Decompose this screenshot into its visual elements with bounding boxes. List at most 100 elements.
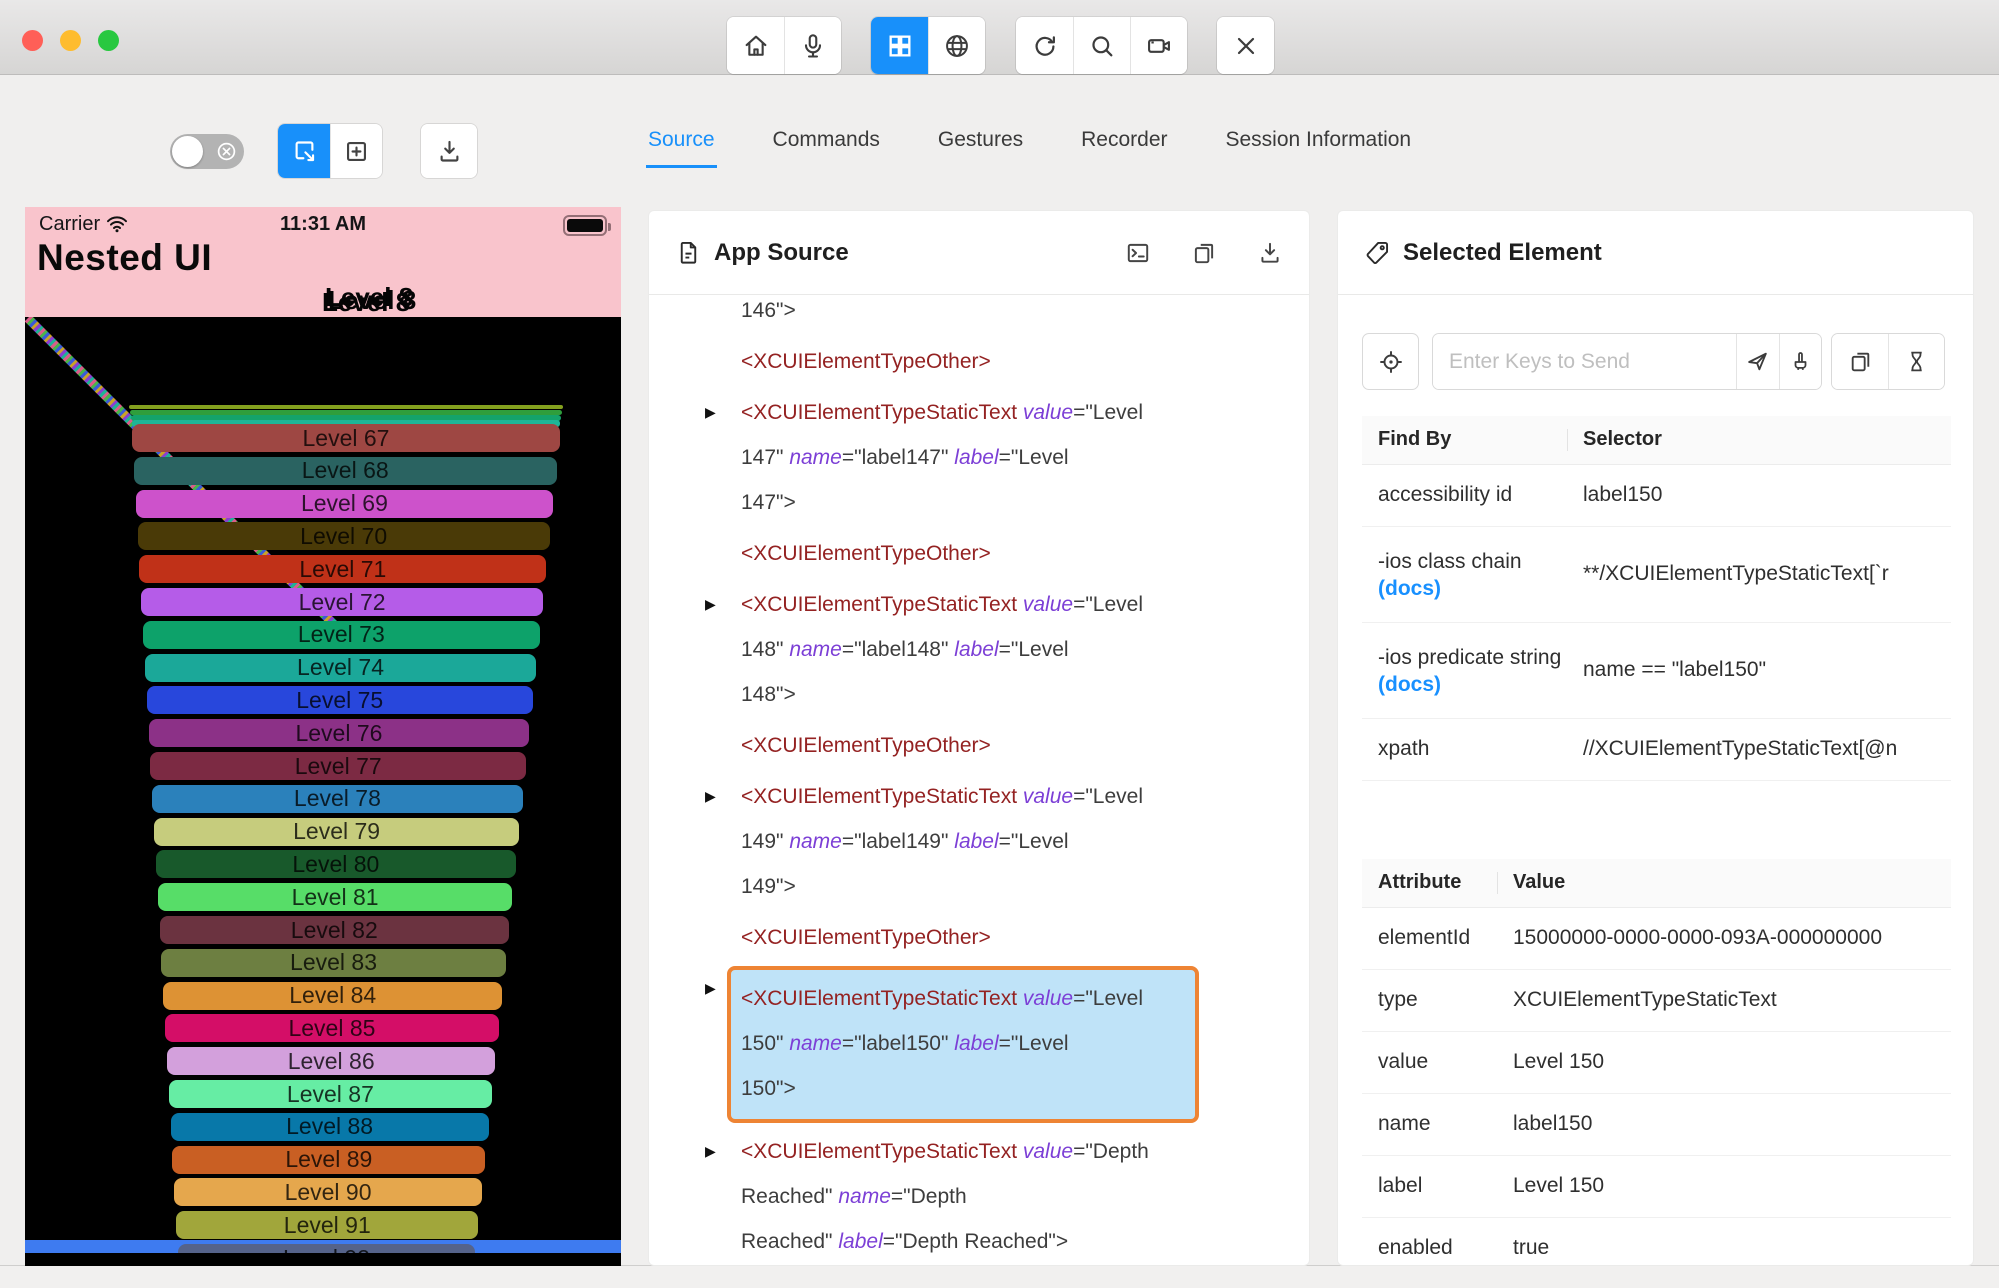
- expander-arrow-icon[interactable]: ▶: [705, 788, 716, 805]
- download-screenshot-button[interactable]: [421, 124, 477, 178]
- attribute-value: Level 150: [1497, 1155, 1951, 1218]
- attribute-name: value: [1362, 1031, 1497, 1094]
- find-by-strategy: xpath: [1378, 736, 1430, 760]
- select-element-icon: [295, 140, 314, 161]
- xml-source-line: 149" name="label149" label="Level: [741, 830, 1069, 853]
- level-bar[interactable]: Level 76: [148, 719, 530, 748]
- add-element-button[interactable]: [330, 124, 382, 178]
- nested-levels-area: Level 67 Level 68 Level 69 Level 70 Level 71…: [25, 317, 621, 1253]
- app-header: Carrier 11:31 AM Nested UI Level 8 Level…: [25, 207, 621, 317]
- level-bar[interactable]: Level 79: [154, 817, 520, 846]
- level-bar[interactable]: Level 70: [137, 522, 550, 551]
- xml-source-line: Reached" label="Depth Reached">: [741, 1230, 1069, 1253]
- xml-source-line: <XCUIElementTypeStaticText value="Level: [741, 987, 1143, 1010]
- level-bar[interactable]: Level 67: [132, 424, 560, 452]
- level-bar[interactable]: Level 68: [133, 456, 557, 485]
- app-window: Source Commands Gestures Recorder Session In…: [0, 0, 1999, 1266]
- xml-node[interactable]: <XCUIElementTypeOther>: [649, 531, 1309, 576]
- level-bar[interactable]: Level 82: [159, 916, 509, 944]
- grid-icon: [889, 35, 910, 56]
- element-actions-row: [1362, 333, 1953, 390]
- send-icon: [1748, 352, 1768, 371]
- copy-attributes-button[interactable]: [1832, 334, 1888, 389]
- xml-node[interactable]: ▶ <XCUIElementTypeStaticText value="Level…: [649, 774, 1309, 909]
- wait-timing-button[interactable]: [1888, 334, 1944, 389]
- app-title: Nested UI: [37, 237, 213, 278]
- globe-button[interactable]: [928, 17, 985, 74]
- xml-node[interactable]: ▶ <XCUIElementTypeStaticText value="Level…: [649, 390, 1309, 525]
- xml-node[interactable]: ▶ <XCUIElementTypeStaticText value="Level…: [649, 582, 1309, 717]
- record-button[interactable]: [1130, 17, 1187, 74]
- download-icon[interactable]: [1257, 240, 1283, 266]
- xml-source-tree[interactable]: 146"> <XCUIElementTypeOther> ▶ <XCUIElement…: [649, 296, 1309, 1265]
- level-bar[interactable]: Level 86: [166, 1047, 496, 1076]
- xml-node[interactable]: 146">: [649, 296, 1309, 333]
- traffic-minimize-button[interactable]: [60, 30, 81, 51]
- find-by-row[interactable]: -ios class chain (docs) **/XCUIElementType…: [1362, 526, 1951, 623]
- expander-arrow-icon[interactable]: ▶: [705, 404, 716, 421]
- level-bar[interactable]: Level 75: [146, 686, 533, 715]
- level-bar[interactable]: Level 87: [168, 1080, 492, 1108]
- level-bar[interactable]: Level 91: [176, 1211, 479, 1240]
- download-icon: [440, 140, 458, 162]
- xml-node[interactable]: <XCUIElementTypeOther>: [649, 915, 1309, 960]
- docs-link[interactable]: (docs): [1378, 673, 1551, 697]
- quit-session-button[interactable]: [1217, 17, 1274, 74]
- docs-link[interactable]: (docs): [1378, 577, 1551, 601]
- level-bar[interactable]: Level 73: [143, 620, 540, 649]
- send-keys-input[interactable]: [1433, 334, 1736, 389]
- xml-node[interactable]: <XCUIElementTypeOther>: [649, 339, 1309, 384]
- tab-source[interactable]: Source: [646, 128, 717, 168]
- level-bar[interactable]: Level 85: [165, 1014, 499, 1043]
- level-bar[interactable]: Level 88: [170, 1112, 489, 1141]
- level-bar[interactable]: Level 69: [135, 489, 554, 518]
- level-bar[interactable]: Level 71: [139, 555, 547, 584]
- search-button[interactable]: [1073, 17, 1130, 74]
- expander-arrow-icon[interactable]: ▶: [705, 980, 716, 997]
- locate-element-button[interactable]: [1362, 333, 1419, 390]
- toggle-off-icon: [217, 142, 236, 161]
- tab-commands[interactable]: Commands: [773, 128, 880, 168]
- level-bar[interactable]: Level 80: [155, 850, 516, 879]
- highlight-toggle[interactable]: [170, 134, 244, 169]
- find-by-row[interactable]: accessibility id label150: [1362, 464, 1951, 527]
- clear-button[interactable]: [1778, 334, 1821, 389]
- tab-session-information[interactable]: Session Information: [1226, 128, 1412, 168]
- attribute-row: value Level 150: [1362, 1031, 1951, 1094]
- selected-node-highlight[interactable]: <XCUIElementTypeStaticText value="Level 1…: [727, 966, 1199, 1123]
- find-by-row[interactable]: -ios predicate string (docs) name == "labe…: [1362, 622, 1951, 719]
- level-bar[interactable]: Level 72: [141, 588, 543, 616]
- xml-source-line: <XCUIElementTypeOther>: [741, 734, 991, 757]
- send-keys-button[interactable]: [1736, 334, 1779, 389]
- tab-gestures[interactable]: Gestures: [938, 128, 1023, 168]
- device-screenshot-panel[interactable]: Carrier 11:31 AM Nested UI Level 8 Level…: [25, 207, 621, 1266]
- terminal-icon[interactable]: [1125, 240, 1151, 266]
- microphone-button[interactable]: [784, 17, 841, 74]
- xml-node[interactable]: ▶ <XCUIElementTypeStaticText value="Level…: [649, 966, 1309, 1123]
- traffic-close-button[interactable]: [22, 30, 43, 51]
- home-button[interactable]: [727, 17, 784, 74]
- level-bar[interactable]: Level 78: [152, 784, 523, 813]
- expander-arrow-icon[interactable]: ▶: [705, 596, 716, 613]
- grid-view-button[interactable]: [871, 17, 928, 74]
- level-bar[interactable]: Level 84: [163, 981, 503, 1010]
- level-bar[interactable]: Level 89: [172, 1145, 486, 1174]
- toolbar-group-close: [1217, 17, 1274, 74]
- xml-node[interactable]: <XCUIElementTypeOther>: [649, 723, 1309, 768]
- level-bar[interactable]: Level 81: [157, 883, 513, 912]
- find-by-row[interactable]: xpath //XCUIElementTypeStaticText[@n: [1362, 718, 1951, 781]
- level-bar[interactable]: Level 92: [178, 1244, 475, 1253]
- select-element-button[interactable]: [278, 124, 330, 178]
- xml-node[interactable]: ▶ <XCUIElementTypeStaticText value="Depth…: [649, 1129, 1309, 1264]
- xml-source-line: 147">: [741, 491, 796, 514]
- copy-icon[interactable]: [1191, 240, 1217, 266]
- level-bar[interactable]: Level 90: [174, 1178, 482, 1207]
- traffic-zoom-button[interactable]: [98, 30, 119, 51]
- expander-arrow-icon[interactable]: ▶: [705, 1143, 716, 1160]
- tab-recorder[interactable]: Recorder: [1081, 128, 1167, 168]
- level-bar[interactable]: Level 77: [150, 752, 526, 780]
- level-bar[interactable]: Level 74: [144, 653, 537, 682]
- refresh-button[interactable]: [1016, 17, 1073, 74]
- send-keys-group: [1432, 333, 1822, 390]
- level-bar[interactable]: Level 83: [161, 948, 506, 977]
